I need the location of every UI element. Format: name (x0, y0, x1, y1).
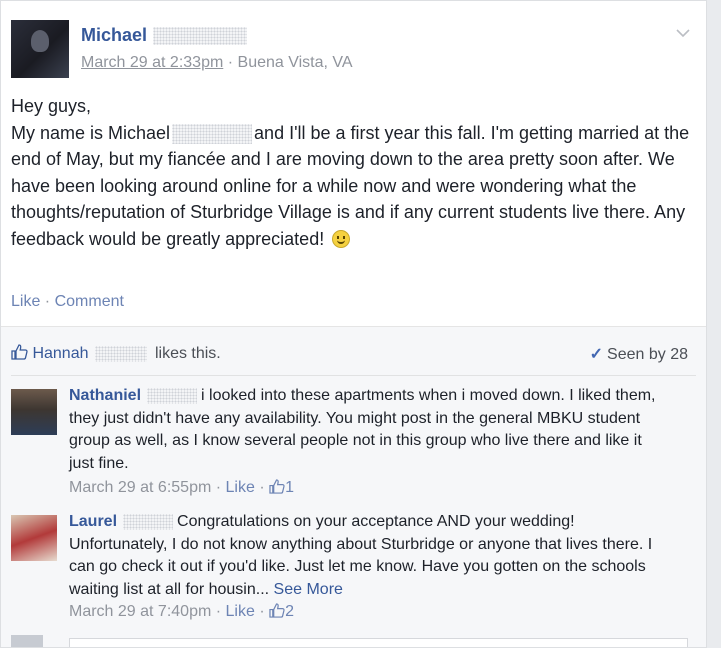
redacted-surname (94, 345, 147, 362)
commenter-name[interactable]: Nathaniel (69, 387, 141, 404)
redacted-surname (153, 27, 248, 46)
redacted-surname (123, 513, 174, 530)
like-link[interactable]: Like (11, 293, 40, 310)
see-more-link[interactable]: See More (274, 581, 343, 598)
thumbs-up-icon (11, 344, 32, 362)
post-timestamp[interactable]: March 29 at 2:33pm (81, 54, 223, 71)
comment-like-link[interactable]: Like (226, 603, 255, 620)
likes-text: likes this. (154, 345, 221, 362)
post-actions: Like · Comment (11, 293, 124, 310)
liker-name[interactable]: Hannah (32, 345, 88, 362)
thumbs-up-icon (269, 479, 285, 496)
commenter-avatar[interactable] (11, 389, 57, 435)
reply-avatar (11, 635, 43, 647)
feedback-section: Hannah likes this. ✓ Seen by 28 Nathaniel… (1, 326, 706, 647)
comment-link[interactable]: Comment (55, 293, 124, 310)
post-author[interactable]: Michael (81, 25, 248, 46)
post-header: Michael March 29 at 2:33pm · Buena Vista… (11, 17, 696, 81)
commenter-name[interactable]: Laurel (69, 513, 117, 530)
comment-like-link[interactable]: Like (226, 479, 255, 496)
reply-input[interactable] (69, 638, 688, 647)
check-icon: ✓ (589, 346, 604, 363)
redacted-surname (147, 387, 198, 404)
comment-like-count[interactable]: 1 (285, 479, 294, 496)
post-location[interactable]: Buena Vista, VA (238, 54, 353, 71)
comment-timestamp[interactable]: March 29 at 6:55pm (69, 479, 211, 496)
page-gutter (707, 0, 721, 648)
comment-timestamp[interactable]: March 29 at 7:40pm (69, 603, 211, 620)
author-avatar[interactable] (11, 20, 69, 78)
comment-body: Nathaniel i looked into these apartments … (69, 387, 656, 472)
post-card: Michael March 29 at 2:33pm · Buena Vista… (0, 0, 707, 648)
chevron-down-icon[interactable] (676, 25, 690, 41)
comment-meta: March 29 at 6:55pm · Like · 1 (69, 479, 294, 496)
post-meta: March 29 at 2:33pm · Buena Vista, VA (81, 54, 353, 71)
commenter-avatar[interactable] (11, 515, 57, 561)
thumbs-up-icon (269, 603, 285, 620)
divider (11, 375, 696, 376)
comment-like-count[interactable]: 2 (285, 603, 294, 620)
comment-meta: March 29 at 7:40pm · Like · 2 (69, 603, 294, 620)
likes-summary: Hannah likes this. (11, 344, 221, 363)
seen-by[interactable]: ✓ Seen by 28 (590, 344, 688, 364)
redacted-surname (172, 123, 253, 144)
smiley-icon (332, 229, 351, 248)
post-body: Hey guys, My name is Michael and I'll be a… (11, 96, 690, 249)
comment-body: Laurel Congratulations on your acceptance… (69, 513, 653, 598)
